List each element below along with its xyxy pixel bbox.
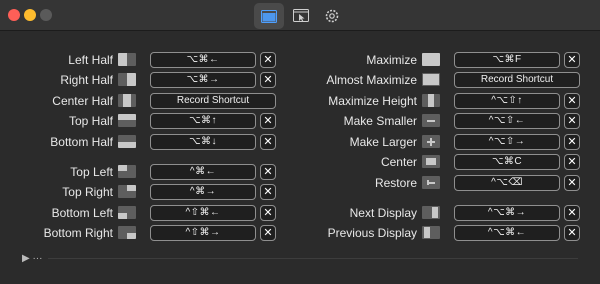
- label-center-half: Center Half: [52, 94, 113, 108]
- clear-shortcut-button[interactable]: ✕: [260, 184, 276, 200]
- label-right-half: Right Half: [60, 73, 113, 87]
- shortcut-field-center-half[interactable]: Record Shortcut: [150, 93, 276, 109]
- tab-settings[interactable]: [317, 3, 347, 29]
- clear-shortcut-button[interactable]: ✕: [564, 93, 580, 109]
- minimize-window-button[interactable]: [24, 9, 36, 21]
- bottom-left-icon: [118, 206, 136, 219]
- label-left-half: Left Half: [68, 53, 113, 67]
- label-top-right: Top Right: [62, 185, 113, 199]
- restore-icon: [422, 176, 440, 189]
- clear-shortcut-button[interactable]: ✕: [260, 52, 276, 68]
- label-almost-maximize: Almost Maximize: [326, 73, 417, 87]
- cursor-window-icon: [293, 9, 309, 22]
- shortcut-field-bottom-right[interactable]: ^⇧⌘→: [150, 225, 256, 241]
- clear-shortcut-button[interactable]: ✕: [564, 175, 580, 191]
- clear-shortcut-button[interactable]: ✕: [260, 113, 276, 129]
- close-window-button[interactable]: [8, 9, 20, 21]
- label-bottom-right: Bottom Right: [43, 226, 113, 240]
- make-smaller-icon: [422, 114, 440, 127]
- gear-icon: [325, 9, 339, 23]
- bottom-half-icon: [118, 135, 136, 148]
- label-center: Center: [380, 155, 417, 169]
- clear-shortcut-button[interactable]: ✕: [260, 72, 276, 88]
- right-half-icon: [118, 73, 136, 86]
- bottom-right-icon: [118, 226, 136, 239]
- center-icon: [422, 155, 440, 168]
- previous-display-icon: [422, 226, 440, 239]
- clear-shortcut-button[interactable]: ✕: [260, 134, 276, 150]
- title-bar: [0, 0, 600, 31]
- center-half-icon: [118, 94, 136, 107]
- clear-shortcut-button[interactable]: ✕: [564, 154, 580, 170]
- clear-shortcut-button[interactable]: ✕: [260, 205, 276, 221]
- shortcut-field-bottom-left[interactable]: ^⇧⌘←: [150, 205, 256, 221]
- label-maximize-height: Maximize Height: [328, 94, 417, 108]
- clear-shortcut-button[interactable]: ✕: [260, 164, 276, 180]
- next-display-icon: [422, 206, 440, 219]
- label-top-half: Top Half: [68, 114, 113, 128]
- clear-shortcut-button[interactable]: ✕: [564, 205, 580, 221]
- maximize-height-icon: [422, 94, 440, 107]
- shortcut-field-bottom-half[interactable]: ⌥⌘↓: [150, 134, 256, 150]
- shortcut-field-restore[interactable]: ^⌥⌫: [454, 175, 560, 191]
- label-maximize: Maximize: [366, 53, 417, 67]
- more-options-disclosure[interactable]: ▶ ···: [22, 253, 42, 265]
- clear-shortcut-button[interactable]: ✕: [564, 134, 580, 150]
- shortcut-field-top-half[interactable]: ⌥⌘↑: [150, 113, 256, 129]
- label-make-larger: Make Larger: [349, 135, 417, 149]
- clear-shortcut-button[interactable]: ✕: [564, 225, 580, 241]
- window-layout-icon: [261, 9, 277, 23]
- shortcut-field-left-half[interactable]: ⌥⌘←: [150, 52, 256, 68]
- top-half-icon: [118, 114, 136, 127]
- maximize-icon: [422, 53, 440, 66]
- almost-maximize-icon: [422, 73, 440, 86]
- make-larger-icon: [422, 135, 440, 148]
- shortcut-field-next-display[interactable]: ^⌥⌘→: [454, 205, 560, 221]
- label-make-smaller: Make Smaller: [343, 114, 417, 128]
- shortcut-field-right-half[interactable]: ⌥⌘→: [150, 72, 256, 88]
- shortcut-field-make-smaller[interactable]: ^⌥⇧←: [454, 113, 560, 129]
- clear-shortcut-button[interactable]: ✕: [564, 52, 580, 68]
- label-restore: Restore: [374, 176, 417, 190]
- shortcut-field-almost-maximize[interactable]: Record Shortcut: [454, 72, 580, 88]
- shortcut-field-previous-display[interactable]: ^⌥⌘←: [454, 225, 560, 241]
- label-previous-display: Previous Display: [327, 226, 417, 240]
- zoom-window-button[interactable]: [40, 9, 52, 21]
- shortcut-field-center[interactable]: ⌥⌘C: [454, 154, 560, 170]
- shortcut-field-top-right[interactable]: ^⌘→: [150, 184, 256, 200]
- clear-shortcut-button[interactable]: ✕: [564, 113, 580, 129]
- top-right-icon: [118, 185, 136, 198]
- top-left-icon: [118, 165, 136, 178]
- shortcut-field-maximize-height[interactable]: ^⌥⇧↑: [454, 93, 560, 109]
- tab-snap-areas[interactable]: [286, 3, 316, 29]
- label-bottom-left: Bottom Left: [51, 206, 113, 220]
- label-next-display: Next Display: [349, 206, 417, 220]
- shortcut-field-maximize[interactable]: ⌥⌘F: [454, 52, 560, 68]
- shortcut-field-make-larger[interactable]: ^⌥⇧→: [454, 134, 560, 150]
- clear-shortcut-button[interactable]: ✕: [260, 225, 276, 241]
- left-half-icon: [118, 53, 136, 66]
- divider: [48, 258, 578, 259]
- tab-shortcuts[interactable]: [254, 3, 284, 29]
- label-bottom-half: Bottom Half: [50, 135, 113, 149]
- label-top-left: Top Left: [70, 165, 113, 179]
- shortcut-field-top-left[interactable]: ^⌘←: [150, 164, 256, 180]
